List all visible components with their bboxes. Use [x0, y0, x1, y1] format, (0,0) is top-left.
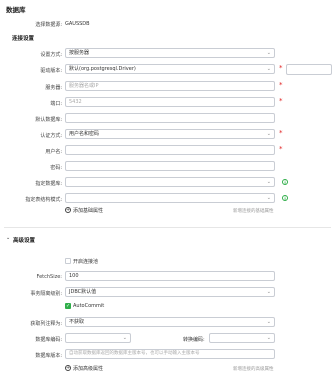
username-label: 用户名: — [45, 149, 62, 155]
specified-schema-label: 指定表结构模式: — [25, 197, 62, 203]
required-mark: * — [279, 64, 283, 72]
new-conn-advanced-prop-hint: 新增连接的高级属性 — [233, 367, 274, 372]
selected-db-label: 选择数据源: — [35, 22, 62, 28]
password-input[interactable] — [65, 161, 275, 171]
convert-encoding-label: 转换编码: — [183, 337, 205, 343]
method-select[interactable]: 按服务器 ⌄ — [65, 48, 275, 58]
add-basic-prop-link[interactable]: 添加基础属性 — [73, 207, 103, 214]
db-version-label: 数据库版本: — [35, 353, 62, 359]
auth-label: 认证方式: — [40, 133, 62, 139]
advanced-section-title[interactable]: 高级设置 — [13, 236, 35, 244]
chevron-down-icon: ⌄ — [266, 289, 271, 295]
specified-schema-select[interactable]: ⌄ — [65, 193, 275, 203]
required-mark: * — [279, 97, 283, 105]
selected-db-value: GAUSSDB — [65, 21, 90, 27]
enable-pool-checkbox[interactable] — [65, 258, 71, 264]
db-encoding-label: 数据库编码: — [35, 337, 62, 343]
chevron-down-icon: ⌄ — [266, 50, 271, 56]
add-icon[interactable]: + — [65, 365, 71, 371]
auth-select[interactable]: 用户名和密码 ⌄ — [65, 129, 275, 139]
isolation-value: JDBC默认值 — [69, 289, 97, 295]
get-comment-label: 获取列注释为: — [30, 321, 62, 327]
custom-driver-button[interactable] — [286, 64, 332, 75]
fetchsize-input[interactable]: 100 — [65, 271, 275, 281]
info-icon[interactable]: i — [282, 195, 288, 201]
db-encoding-select[interactable]: ⌄ — [65, 333, 131, 343]
page-title: 数据库 — [6, 6, 26, 14]
port-input[interactable]: 5432 — [65, 97, 275, 107]
required-mark: * — [279, 81, 283, 89]
default-db-label: 默认数据库: — [35, 117, 62, 123]
autocommit-checkbox[interactable]: ✓ — [65, 303, 71, 309]
port-label: 端口: — [50, 101, 62, 107]
specified-db-label: 指定数据库: — [35, 181, 62, 187]
chevron-down-icon: ⌄ — [266, 335, 271, 341]
specified-db-select[interactable]: ⌄ — [65, 177, 275, 187]
chevron-down-icon: ⌄ — [266, 195, 271, 201]
server-input[interactable]: 服务器名或IP — [65, 81, 275, 91]
chevron-down-icon: ⌄ — [266, 319, 271, 325]
username-input[interactable] — [65, 145, 275, 155]
isolation-select[interactable]: JDBC默认值 ⌄ — [65, 287, 275, 297]
divider — [4, 227, 331, 228]
chevron-down-icon: ⌄ — [266, 66, 271, 72]
default-db-input[interactable] — [65, 113, 275, 123]
driver-select[interactable]: 默认(org.postgresql.Driver) ⌄ — [65, 64, 275, 74]
auth-value: 用户名和密码 — [69, 131, 100, 137]
server-label: 服务器: — [45, 85, 62, 91]
conn-section-title: 连接设置 — [12, 36, 35, 42]
required-mark: * — [279, 129, 283, 137]
method-label: 设置方式: — [40, 52, 62, 58]
fetchsize-label: FetchSize: — [36, 274, 62, 280]
chevron-down-icon: ⌄ — [266, 179, 271, 185]
new-conn-basic-prop-hint: 新增连接的基础属性 — [233, 209, 274, 214]
collapse-chevron-icon[interactable]: ⌄ — [6, 235, 10, 241]
method-value: 按服务器 — [69, 50, 90, 56]
add-advanced-prop-link[interactable]: 添加高级属性 — [73, 365, 103, 372]
enable-pool-label: 开启连接池 — [73, 259, 99, 265]
driver-value: 默认(org.postgresql.Driver) — [69, 66, 136, 72]
chevron-down-icon: ⌄ — [266, 131, 271, 137]
required-mark: * — [279, 145, 283, 153]
password-label: 密码: — [50, 165, 62, 171]
get-comment-select[interactable]: 不获取 ⌄ — [65, 317, 275, 327]
chevron-down-icon: ⌄ — [122, 335, 127, 341]
isolation-label: 事务隔离级别: — [30, 291, 62, 297]
autocommit-label: AutoCommit — [73, 303, 105, 309]
driver-label: 驱动版本: — [40, 68, 62, 74]
db-version-input[interactable]: 自动获取数据库返回的数据库主版本号，也可以手动输入主版本号 — [65, 349, 275, 359]
get-comment-value: 不获取 — [69, 319, 85, 325]
convert-encoding-select[interactable]: ⌄ — [209, 333, 275, 343]
add-icon[interactable]: + — [65, 207, 71, 213]
info-icon[interactable]: i — [282, 179, 288, 185]
